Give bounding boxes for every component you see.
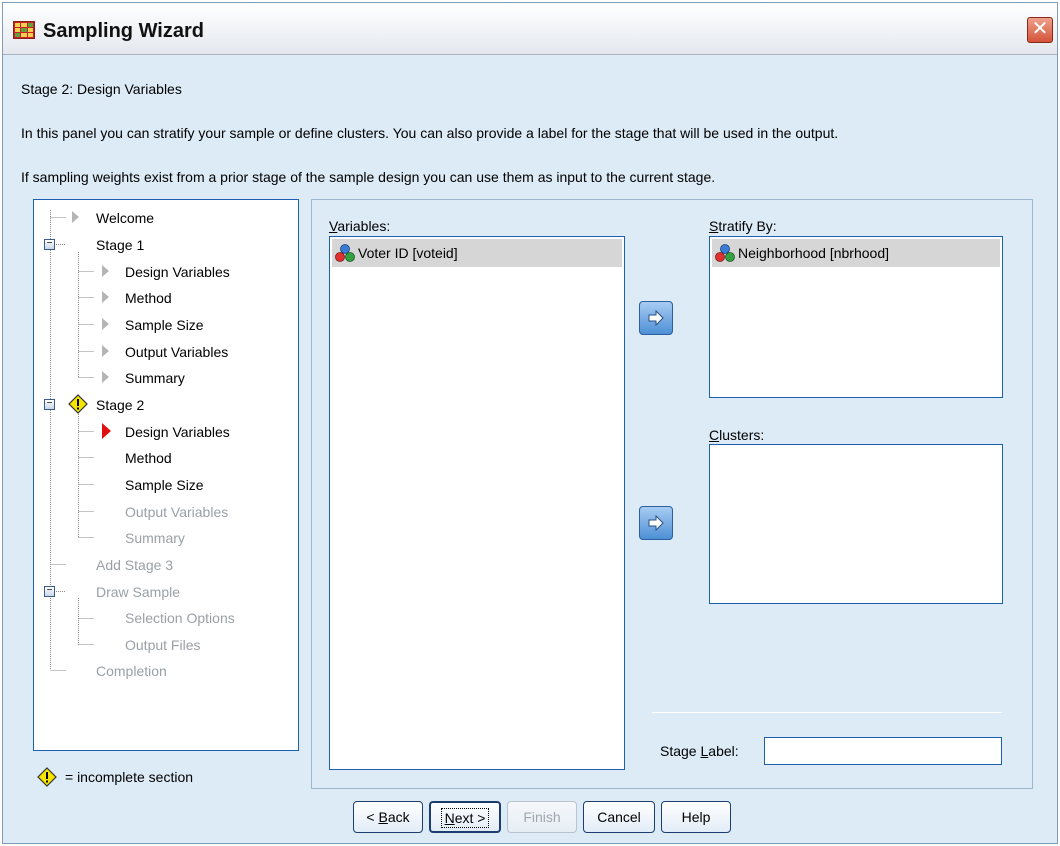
incomplete-warning-icon <box>68 394 88 414</box>
move-to-stratify-button[interactable] <box>639 301 673 335</box>
variables-listbox[interactable]: Voter ID [voteid] <box>329 236 625 770</box>
nav-item-stage1-design-variables[interactable]: Design Variables <box>125 262 230 282</box>
close-button[interactable]: ✕ <box>1027 17 1053 43</box>
nav-item-completion: Completion <box>96 663 167 679</box>
clusters-label: Clusters: <box>709 427 765 443</box>
step-arrow-icon <box>102 318 109 330</box>
arrow-right-icon <box>648 515 664 531</box>
title-bar[interactable]: Sampling Wizard ✕ <box>3 3 1057 55</box>
help-button[interactable]: Help <box>661 801 731 833</box>
collapse-stage2-toggle[interactable]: − <box>44 399 55 410</box>
nav-item-stage2[interactable]: Stage 2 <box>96 395 144 415</box>
nav-item-stage2-design-variables[interactable]: Design Variables <box>125 422 230 442</box>
step-arrow-icon <box>102 265 109 277</box>
stratify-item-label: Neighborhood [nbrhood] <box>738 245 890 261</box>
next-button[interactable]: Next > <box>429 801 501 833</box>
window-title: Sampling Wizard <box>43 20 204 42</box>
description-text-1: In this panel you can stratify your samp… <box>21 125 839 141</box>
nav-item-stage1[interactable]: Stage 1 <box>96 235 144 255</box>
current-step-arrow-icon <box>102 423 111 439</box>
cancel-button[interactable]: Cancel <box>583 801 655 833</box>
move-to-clusters-button[interactable] <box>639 506 673 540</box>
variable-item-label: Voter ID [voteid] <box>358 245 458 261</box>
nav-item-selection-options: Selection Options <box>125 610 235 626</box>
step-arrow-icon <box>72 211 79 223</box>
nav-item-output-files: Output Files <box>125 637 201 653</box>
nav-item-stage2-method[interactable]: Method <box>125 448 172 468</box>
nav-item-stage2-output-variables: Output Variables <box>125 504 229 520</box>
nav-item-stage2-sample-size[interactable]: Sample Size <box>125 475 204 495</box>
step-arrow-icon <box>102 345 109 357</box>
nominal-variable-icon <box>715 244 735 262</box>
nav-item-welcome[interactable]: Welcome <box>96 208 154 228</box>
separator-line <box>652 712 1002 713</box>
variable-item-voteid[interactable]: Voter ID [voteid] <box>332 239 622 267</box>
nav-item-stage1-summary[interactable]: Summary <box>125 368 185 388</box>
stage-label-label: Stage Label: <box>660 743 739 759</box>
nav-item-stage1-sample-size[interactable]: Sample Size <box>125 315 204 335</box>
app-grid-icon <box>13 21 35 39</box>
clusters-listbox[interactable] <box>709 444 1003 604</box>
stratify-item-nbrhood[interactable]: Neighborhood [nbrhood] <box>712 239 1000 267</box>
sampling-wizard-dialog: Sampling Wizard ✕ Stage 2: Design Variab… <box>2 2 1058 844</box>
collapse-draw-sample-toggle[interactable]: − <box>44 586 55 597</box>
legend-warning-icon <box>37 767 57 787</box>
wizard-steps-tree: − − − Welcome Stage 1 Design Variables M… <box>33 199 299 751</box>
stratify-by-listbox[interactable]: Neighborhood [nbrhood] <box>709 236 1003 398</box>
nominal-variable-icon <box>335 244 355 262</box>
arrow-right-icon <box>648 310 664 326</box>
stratify-by-label: Stratify By: <box>709 218 777 234</box>
variables-label: Variables: <box>329 218 391 234</box>
collapse-stage1-toggle[interactable]: − <box>44 239 55 250</box>
nav-item-draw-sample: Draw Sample <box>96 584 181 600</box>
nav-item-add-stage3: Add Stage 3 <box>96 557 174 573</box>
stage-label-input[interactable] <box>764 737 1002 765</box>
legend-text: = incomplete section <box>65 769 194 785</box>
back-button[interactable]: < Back <box>353 801 423 833</box>
description-text-2: If sampling weights exist from a prior s… <box>21 169 716 185</box>
step-arrow-icon <box>102 291 109 303</box>
step-arrow-icon <box>102 371 109 383</box>
nav-item-stage1-method[interactable]: Method <box>125 288 172 308</box>
nav-item-stage1-output-variables[interactable]: Output Variables <box>125 342 228 362</box>
stage-heading: Stage 2: Design Variables <box>21 81 182 97</box>
finish-button[interactable]: Finish <box>507 801 577 833</box>
nav-item-stage2-summary: Summary <box>125 530 185 546</box>
